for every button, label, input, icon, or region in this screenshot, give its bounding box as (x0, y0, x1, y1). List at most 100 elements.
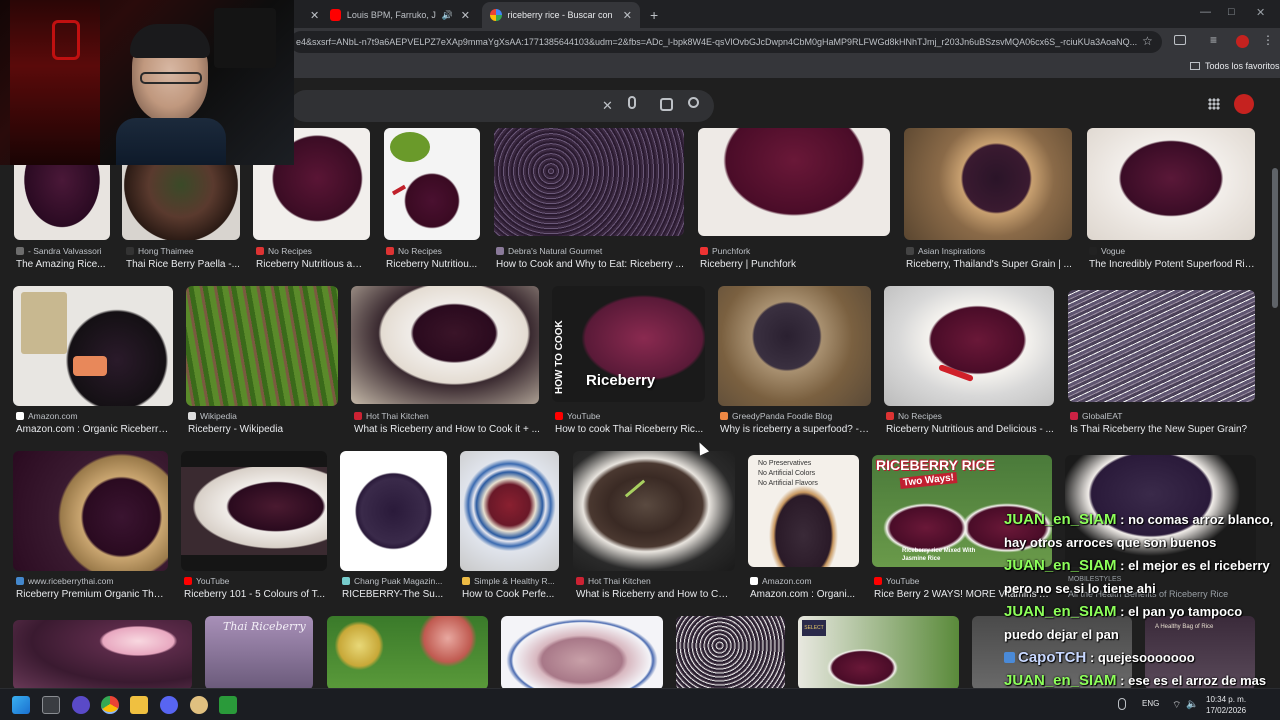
result-thumbnail[interactable]: Thai Riceberry (205, 616, 313, 688)
result-thumbnail[interactable] (494, 128, 684, 236)
result-thumbnail[interactable] (904, 128, 1072, 240)
windows-start-icon[interactable] (12, 696, 30, 714)
tab-close-icon[interactable]: ✕ (461, 9, 470, 22)
result-thumbnail[interactable] (351, 286, 539, 404)
search-icon[interactable] (688, 97, 699, 108)
app-icon[interactable] (219, 696, 237, 714)
result-title[interactable]: What is Riceberry and How to Cook it + .… (354, 424, 540, 435)
result-title[interactable]: Why is riceberry a superfood? - ... (720, 424, 870, 435)
result-source: YouTube (184, 576, 328, 586)
search-input[interactable]: ✕ (290, 90, 714, 122)
address-bar[interactable]: e4&sxsrf=ANbL-n7t9a6AEPVELPZ7eXAp9mmaYgX… (290, 31, 1162, 53)
tab-close-icon[interactable]: ✕ (310, 9, 319, 22)
menu-icon[interactable]: ⋮ (1262, 33, 1274, 47)
speaker-icon[interactable]: 🔊 (442, 10, 453, 21)
result-thumbnail[interactable] (718, 286, 871, 406)
chat-username: JUAN_en_SIAM (1004, 511, 1117, 528)
result-thumbnail[interactable] (327, 616, 488, 688)
result-thumbnail[interactable] (460, 451, 559, 571)
result-source: Amazon.com (750, 576, 858, 586)
bookmark-star-icon[interactable]: ☆ (1142, 34, 1153, 48)
windows-taskbar: ENG ⌔ 🔈 10:34 p. m. 17/02/2026 (0, 688, 1280, 720)
profile-avatar[interactable] (1236, 35, 1249, 48)
source-label: YouTube (567, 411, 601, 421)
tab-close-icon[interactable]: ✕ (623, 9, 632, 22)
result-title[interactable]: Riceberry, Thailand's Super Grain | ... (906, 259, 1072, 270)
result-thumbnail[interactable] (676, 616, 785, 688)
result-thumbnail[interactable] (501, 616, 663, 688)
result-thumbnail[interactable] (573, 451, 735, 571)
result-title[interactable]: Riceberry - Wikipedia (188, 424, 338, 435)
result-thumbnail[interactable]: No Preservatives No Artificial Colors No… (748, 455, 859, 567)
result-title[interactable]: Riceberry Nutritiou... (386, 259, 478, 270)
result-thumbnail[interactable] (13, 620, 192, 688)
media-control-icon[interactable]: ≡ (1210, 33, 1217, 47)
image-search-icon[interactable] (660, 98, 673, 111)
result-title[interactable]: Riceberry | Punchfork (700, 259, 890, 270)
result-title[interactable]: Thai Rice Berry Paella -... (126, 259, 240, 270)
result-thumbnail[interactable] (181, 451, 327, 571)
result-thumbnail[interactable] (13, 286, 173, 406)
result-title[interactable]: How to Cook and Why to Eat: Riceberry ..… (496, 259, 686, 270)
language-indicator[interactable]: ENG (1142, 699, 1159, 708)
voice-search-icon[interactable] (628, 96, 636, 109)
account-avatar[interactable] (1234, 94, 1254, 114)
site-icon (188, 412, 196, 420)
volume-icon[interactable]: 🔈 (1186, 699, 1198, 710)
result-title[interactable]: Amazon.com : Organic Riceberry ... (16, 424, 172, 435)
result-thumbnail[interactable] (884, 286, 1054, 406)
result-title[interactable]: Is Thai Riceberry the New Super Grain? (1070, 424, 1256, 435)
result-source: Chang Puak Magazin... (342, 576, 448, 586)
app-icon[interactable] (190, 696, 208, 714)
result-thumbnail[interactable] (384, 128, 480, 240)
chat-username: JUAN_en_SIAM (1004, 557, 1117, 574)
result-title[interactable]: What is Riceberry and How to Coo... (576, 589, 732, 600)
result-title[interactable]: RICEBERRY-The Su... (342, 589, 448, 600)
result-thumbnail[interactable] (1087, 128, 1255, 240)
discord-icon[interactable] (160, 696, 178, 714)
clear-search-icon[interactable]: ✕ (602, 98, 613, 114)
site-icon (906, 247, 914, 255)
result-thumbnail[interactable] (340, 451, 447, 571)
tab-previous[interactable]: ✕ (294, 2, 322, 28)
result-title[interactable]: Riceberry Nutritious and Delicious - ... (886, 424, 1054, 435)
result-source: Hot Thai Kitchen (576, 576, 734, 586)
system-clock[interactable]: 10:34 p. m. 17/02/2026 (1206, 694, 1246, 716)
result-title[interactable]: The Amazing Rice... (16, 259, 116, 270)
app-icon[interactable] (72, 696, 90, 714)
result-thumbnail[interactable] (13, 451, 168, 571)
site-icon (886, 412, 894, 420)
new-tab-button[interactable]: + (642, 2, 666, 28)
source-label: Debra's Natural Gourmet (508, 246, 603, 256)
task-view-icon[interactable] (42, 696, 60, 714)
all-bookmarks-button[interactable]: Todos los favoritos (1190, 61, 1280, 71)
result-thumbnail[interactable]: HOW TO COOK Riceberry (552, 286, 705, 402)
close-window-icon[interactable]: ✕ (1256, 6, 1265, 19)
tab-google-search[interactable]: riceberry rice - Buscar con Goo ✕ (482, 2, 640, 28)
result-thumbnail[interactable] (186, 286, 338, 406)
result-source: Amazon.com (16, 411, 172, 421)
source-label: Simple & Healthy R... (474, 576, 555, 586)
result-title[interactable]: Amazon.com : Organi... (750, 589, 858, 600)
chrome-icon[interactable] (101, 696, 119, 714)
maximize-icon[interactable]: □ (1228, 6, 1235, 18)
network-icon[interactable]: ⌔ (1172, 699, 1181, 712)
scrollbar-thumb[interactable] (1272, 168, 1278, 308)
result-thumbnail[interactable] (1068, 290, 1255, 402)
file-explorer-icon[interactable] (130, 696, 148, 714)
source-label: GlobalEAT (1082, 411, 1123, 421)
result-title[interactable]: How to cook Thai Riceberry Ric... (555, 424, 705, 435)
cast-icon[interactable] (1174, 35, 1186, 45)
apps-grid-icon[interactable] (1208, 98, 1220, 110)
site-icon (1070, 412, 1078, 420)
result-title[interactable]: How to Cook Perfe... (462, 589, 560, 600)
result-thumbnail[interactable] (698, 128, 890, 236)
result-thumbnail[interactable]: SELECT (798, 616, 959, 688)
result-title[interactable]: Riceberry Nutritious an... (256, 259, 366, 270)
result-title[interactable]: Riceberry Premium Organic Thai... (16, 589, 168, 600)
result-title[interactable]: Riceberry 101 - 5 Colours of T... (184, 589, 328, 600)
microphone-icon[interactable] (1118, 698, 1126, 710)
tab-youtube[interactable]: Louis BPM, Farruko, J Balvin 🔊 ✕ (322, 2, 478, 28)
minimize-icon[interactable]: — (1200, 6, 1211, 18)
result-title[interactable]: The Incredibly Potent Superfood Ric... (1089, 259, 1255, 270)
